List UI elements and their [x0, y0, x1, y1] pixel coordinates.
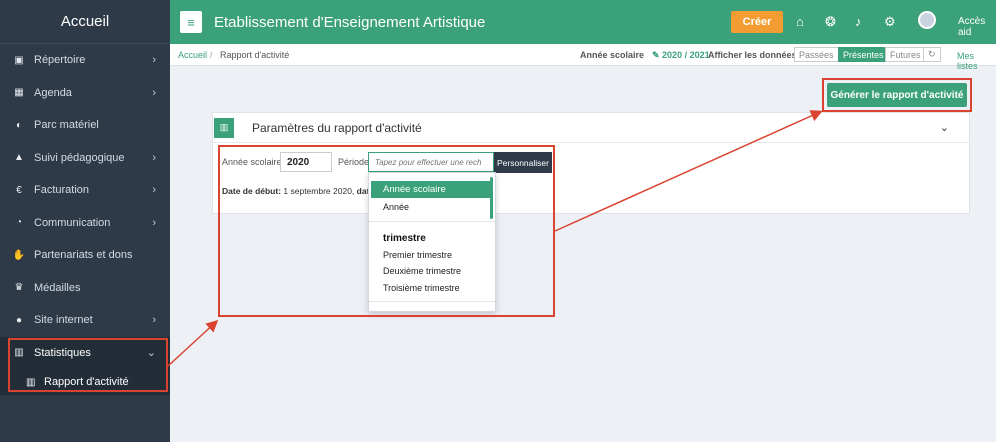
school-year-label: Année scolaire [580, 50, 645, 60]
gauge-icon: ◐ [15, 119, 23, 131]
sidebar-item-repertoire[interactable]: ▣ Répertoire › [0, 44, 170, 77]
home-icon[interactable]: ⌂ [796, 14, 804, 29]
euro-icon: € [16, 184, 22, 196]
sidebar-item-agenda[interactable]: ▦ Agenda › [0, 77, 170, 110]
trophy-icon: ♛ [14, 282, 24, 294]
graduation-cap-icon: ▲ [14, 152, 24, 164]
school-year-value[interactable]: ✎ 2020 / 2021 [652, 50, 710, 61]
sidebar-item-site-internet[interactable]: ● Site internet › [0, 304, 170, 337]
sidebar-item-facturation[interactable]: € Facturation › [0, 174, 170, 207]
params-highlight-box [218, 145, 555, 317]
sidebar-item-parc-materiel[interactable]: ◐ Parc matériel [0, 109, 170, 142]
comments-icon: ◔ [15, 217, 23, 229]
address-book-icon: ▣ [14, 54, 24, 66]
sidebar-item-label: Partenariats et dons [34, 249, 133, 262]
chevron-right-icon: › [152, 184, 156, 197]
create-button[interactable]: Créer [731, 11, 783, 33]
statistiques-highlight-box [8, 338, 168, 392]
my-lists-link[interactable]: Mes listes [957, 51, 996, 71]
refresh-icon[interactable]: ↻ [923, 47, 941, 62]
chevron-down-icon[interactable]: ⌄ [940, 121, 949, 134]
filter-presentes[interactable]: Présentes [838, 47, 889, 62]
sidebar-item-label: Site internet [34, 314, 93, 327]
sidebar-item-label: Agenda [34, 86, 72, 99]
sidebar-item-partenariats[interactable]: ✋ Partenariats et dons [0, 239, 170, 272]
school-year-text: 2020 / 2021 [662, 50, 710, 60]
chevron-right-icon: › [152, 151, 156, 164]
sidebar-item-label: Médailles [34, 281, 81, 294]
sidebar-item-label: Parc matériel [34, 119, 99, 132]
chevron-right-icon: › [152, 54, 156, 67]
breadcrumb-home[interactable]: Accueil [178, 50, 207, 60]
sidebar-item-label: Facturation [34, 184, 90, 197]
sidebar-home-link[interactable]: Accueil [0, 0, 170, 44]
arrow-to-params [167, 319, 219, 367]
handshake-icon: ✋ [12, 249, 26, 261]
menu-toggle-button[interactable]: ≡ [180, 11, 202, 33]
avatar[interactable] [918, 11, 936, 29]
generate-highlight-box: Générer le rapport d'activité [822, 78, 972, 112]
sidebar-item-suivi-pedagogique[interactable]: ▲ Suivi pédagogique › [0, 142, 170, 175]
sidebar-item-label: Communication [34, 216, 111, 229]
sidebar-item-medailles[interactable]: ♛ Médailles [0, 272, 170, 305]
show-data-label: Afficher les données : [708, 50, 803, 60]
breadcrumb-bar: Accueil / Rapport d'activité Année scola… [170, 44, 996, 71]
panel-title: Paramètres du rapport d'activité [252, 120, 422, 135]
bar-chart-icon: ▥ [214, 117, 234, 138]
panel-header[interactable]: ▥ Paramètres du rapport d'activité [213, 113, 969, 143]
breadcrumb-separator: / [210, 50, 213, 60]
chevron-right-icon: › [152, 216, 156, 229]
app-title: Etablissement d'Enseignement Artistique [214, 13, 486, 31]
chevron-right-icon: › [152, 86, 156, 99]
access-link[interactable]: Accès aid [958, 16, 996, 38]
sidebar-item-label: Suivi pédagogique [34, 151, 125, 164]
bell-icon[interactable]: ♪ [855, 14, 862, 29]
sidebar-item-communication[interactable]: ◔ Communication › [0, 207, 170, 240]
filter-futures[interactable]: Futures [885, 47, 926, 62]
generate-report-button[interactable]: Générer le rapport d'activité [827, 83, 967, 107]
sidebar-item-label: Répertoire [34, 54, 86, 67]
globe-icon: ● [15, 314, 23, 326]
chevron-right-icon: › [152, 314, 156, 327]
settings-icon[interactable]: ⚙ [884, 14, 896, 30]
breadcrumb-current: Rapport d'activité [220, 50, 290, 60]
filter-passees[interactable]: Passées [794, 47, 839, 62]
help-icon[interactable]: ❂ [825, 14, 836, 30]
topbar: ≡ Etablissement d'Enseignement Artistiqu… [170, 0, 996, 44]
calendar-icon: ▦ [14, 87, 24, 99]
